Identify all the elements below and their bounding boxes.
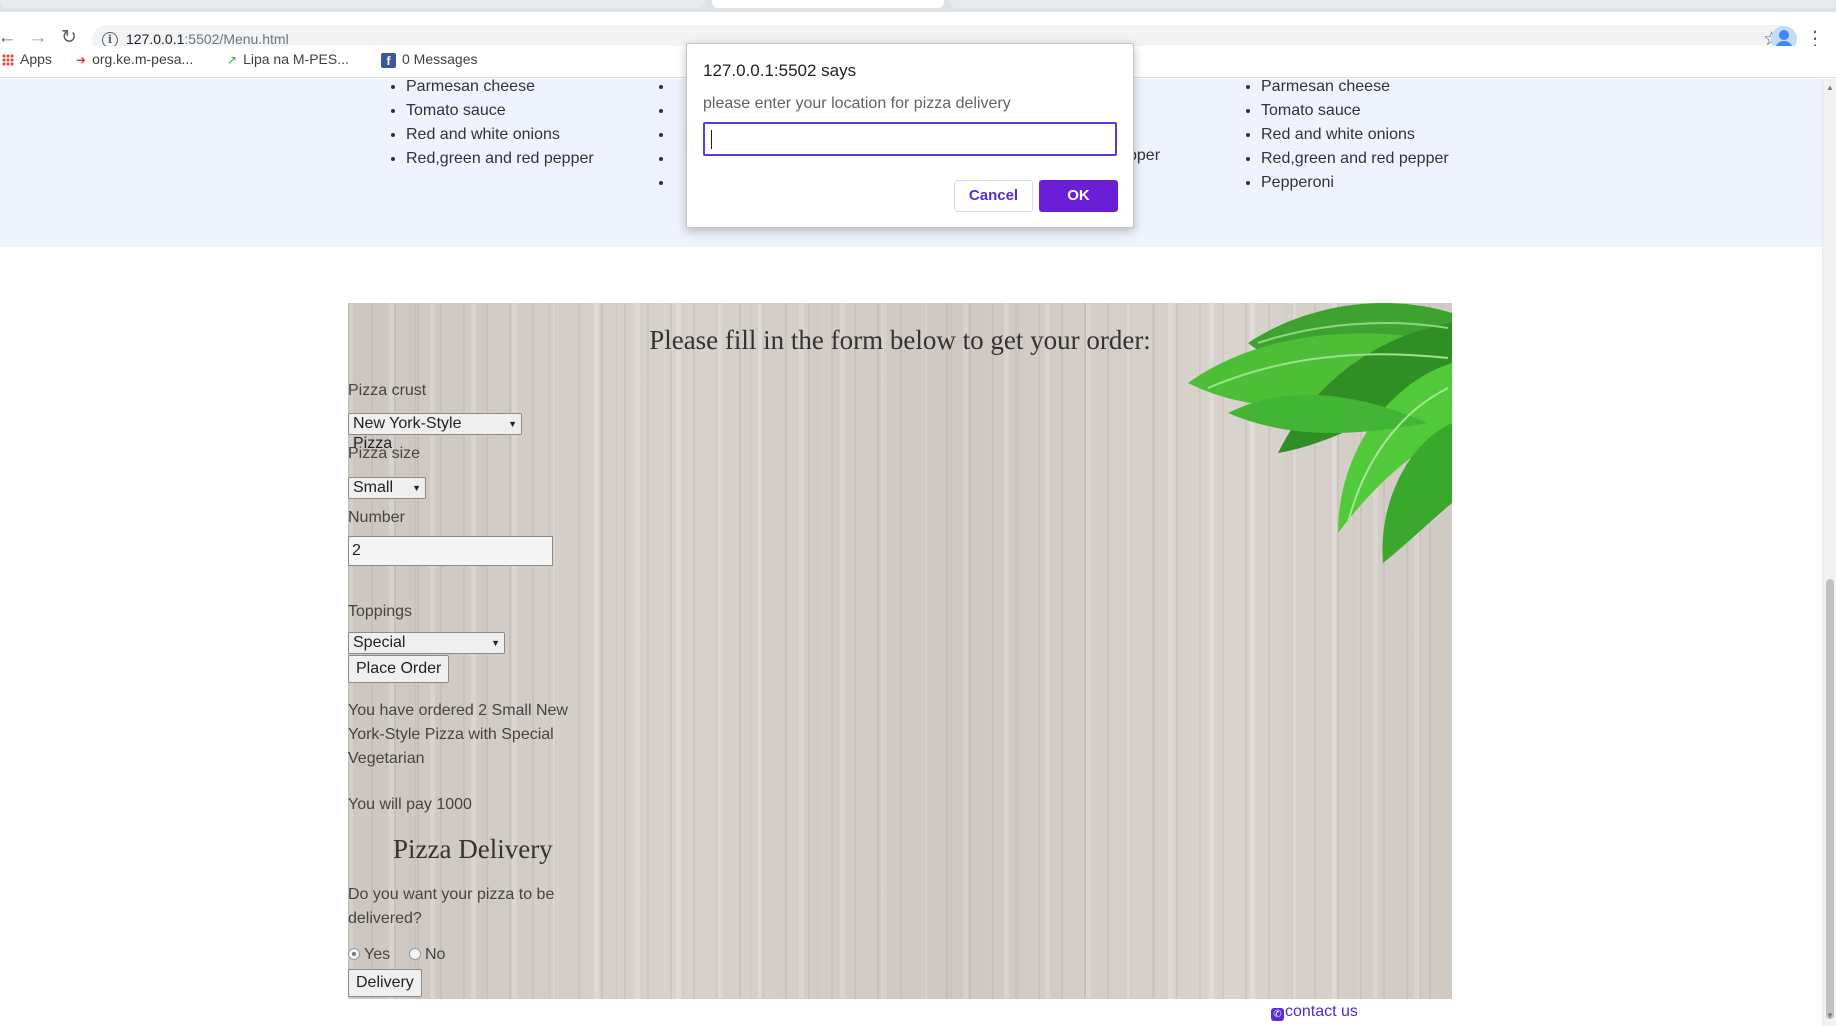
cancel-button[interactable]: Cancel [954, 180, 1033, 212]
bookmark-label: Lipa na M-PES... [243, 51, 349, 67]
bookmark-apps[interactable]: Apps [2, 46, 52, 78]
browser-tab-active[interactable] [712, 0, 944, 8]
browser-tab[interactable] [0, 0, 705, 8]
address-url[interactable]: 127.0.0.1:5502/Menu.html [126, 31, 289, 47]
order-total: You will pay 1000 [348, 796, 472, 813]
number-label: Number [348, 509, 405, 526]
scroll-down-arrow-icon[interactable]: ▼ [1825, 1011, 1835, 1020]
mpesa-icon: ➜ [76, 53, 87, 68]
ingredient-item: Red,green and red pepper [406, 147, 594, 171]
bookmark-mpesa[interactable]: ➜ org.ke.m-pesa... [76, 46, 193, 78]
ok-button[interactable]: OK [1039, 180, 1118, 212]
tab-strip [0, 0, 1836, 12]
dropdown-caret-icon: ▼ [491, 638, 500, 648]
lipa-icon: ↗ [227, 53, 238, 68]
toppings-select[interactable]: Special Vegetarian▼ [348, 632, 505, 671]
delivery-question: Do you want your pizza to be delivered? [348, 886, 555, 927]
delivery-heading: Pizza Delivery [393, 834, 553, 864]
dropdown-caret-icon: ▼ [412, 483, 421, 493]
page-scrollbar[interactable]: ▲ ▼ [1822, 79, 1836, 1026]
size-label: Pizza size [348, 445, 421, 462]
toppings-label: Toppings [348, 603, 413, 620]
ingredient-item: Red and white onions [1261, 123, 1449, 147]
apps-grid-icon [2, 54, 14, 67]
dialog-title: 127.0.0.1:5502 says [703, 61, 857, 80]
dialog-message: please enter your location for pizza del… [703, 95, 1011, 112]
text-caret [711, 130, 712, 149]
browser-tab[interactable] [950, 0, 1836, 8]
crust-label: Pizza crust [348, 382, 427, 399]
number-input[interactable]: 2 [348, 536, 553, 566]
prompt-dialog: 127.0.0.1:5502 says please enter your lo… [686, 43, 1134, 228]
ingredients-list-middle-bullets [654, 79, 674, 195]
delivery-yes-radio[interactable]: Yes [348, 946, 390, 964]
facebook-icon: f [381, 52, 396, 68]
form-title: Please fill in the form below to get you… [649, 325, 1151, 355]
radio-unselected-icon [409, 948, 421, 960]
bookmark-lipa[interactable]: ↗ Lipa na M-PES... [227, 46, 349, 78]
contact-us-label: contact us [1285, 1003, 1358, 1020]
ingredient-item: Tomato sauce [406, 99, 594, 123]
bookmark-label: 0 Messages [402, 51, 478, 67]
bookmark-label: org.ke.m-pesa... [92, 51, 194, 67]
place-order-button[interactable]: Place Order [348, 655, 450, 683]
ingredient-item: Pepperoni [1261, 171, 1449, 195]
bookmark-facebook[interactable]: f 0 Messages [381, 46, 477, 78]
delivery-no-radio[interactable]: No [409, 946, 445, 964]
dropdown-caret-icon: ▼ [508, 419, 517, 429]
bookmark-label: Apps [20, 51, 52, 67]
scroll-up-arrow-icon[interactable]: ▲ [1825, 83, 1835, 92]
url-host: 127.0.0.1 [126, 31, 185, 47]
delivery-button[interactable]: Delivery [348, 969, 422, 997]
ingredient-item: Tomato sauce [1261, 99, 1449, 123]
crust-select[interactable]: New York-Style Pizza ▼ [348, 413, 522, 452]
phone-icon: ✆ [1271, 1008, 1284, 1021]
size-selected-value: Small [353, 479, 394, 496]
order-summary: You have ordered 2 Small New York-Style … [348, 702, 568, 767]
radio-no-label: No [425, 946, 446, 963]
ingredient-item: Parmesan cheese [1261, 79, 1449, 99]
ingredients-list-right: Parmesan cheese Tomato sauce Red and whi… [1241, 79, 1449, 195]
ingredients-list-left: Parmesan cheese Tomato sauce Red and whi… [386, 79, 594, 171]
contact-us-link[interactable]: ✆ contact us [1271, 1003, 1358, 1021]
url-path: :5502/Menu.html [184, 31, 289, 47]
scrollbar-thumb[interactable] [1826, 579, 1834, 1019]
order-form-panel: Please fill in the form below to get you… [348, 303, 1452, 999]
size-select[interactable]: Small ▼ [348, 477, 426, 499]
radio-selected-icon [348, 948, 360, 960]
location-input[interactable] [703, 122, 1117, 156]
ingredient-item: Parmesan cheese [406, 79, 594, 99]
ingredient-item: Red,green and red pepper [1261, 147, 1449, 171]
ingredient-item: Red and white onions [406, 123, 594, 147]
radio-yes-label: Yes [364, 946, 391, 963]
